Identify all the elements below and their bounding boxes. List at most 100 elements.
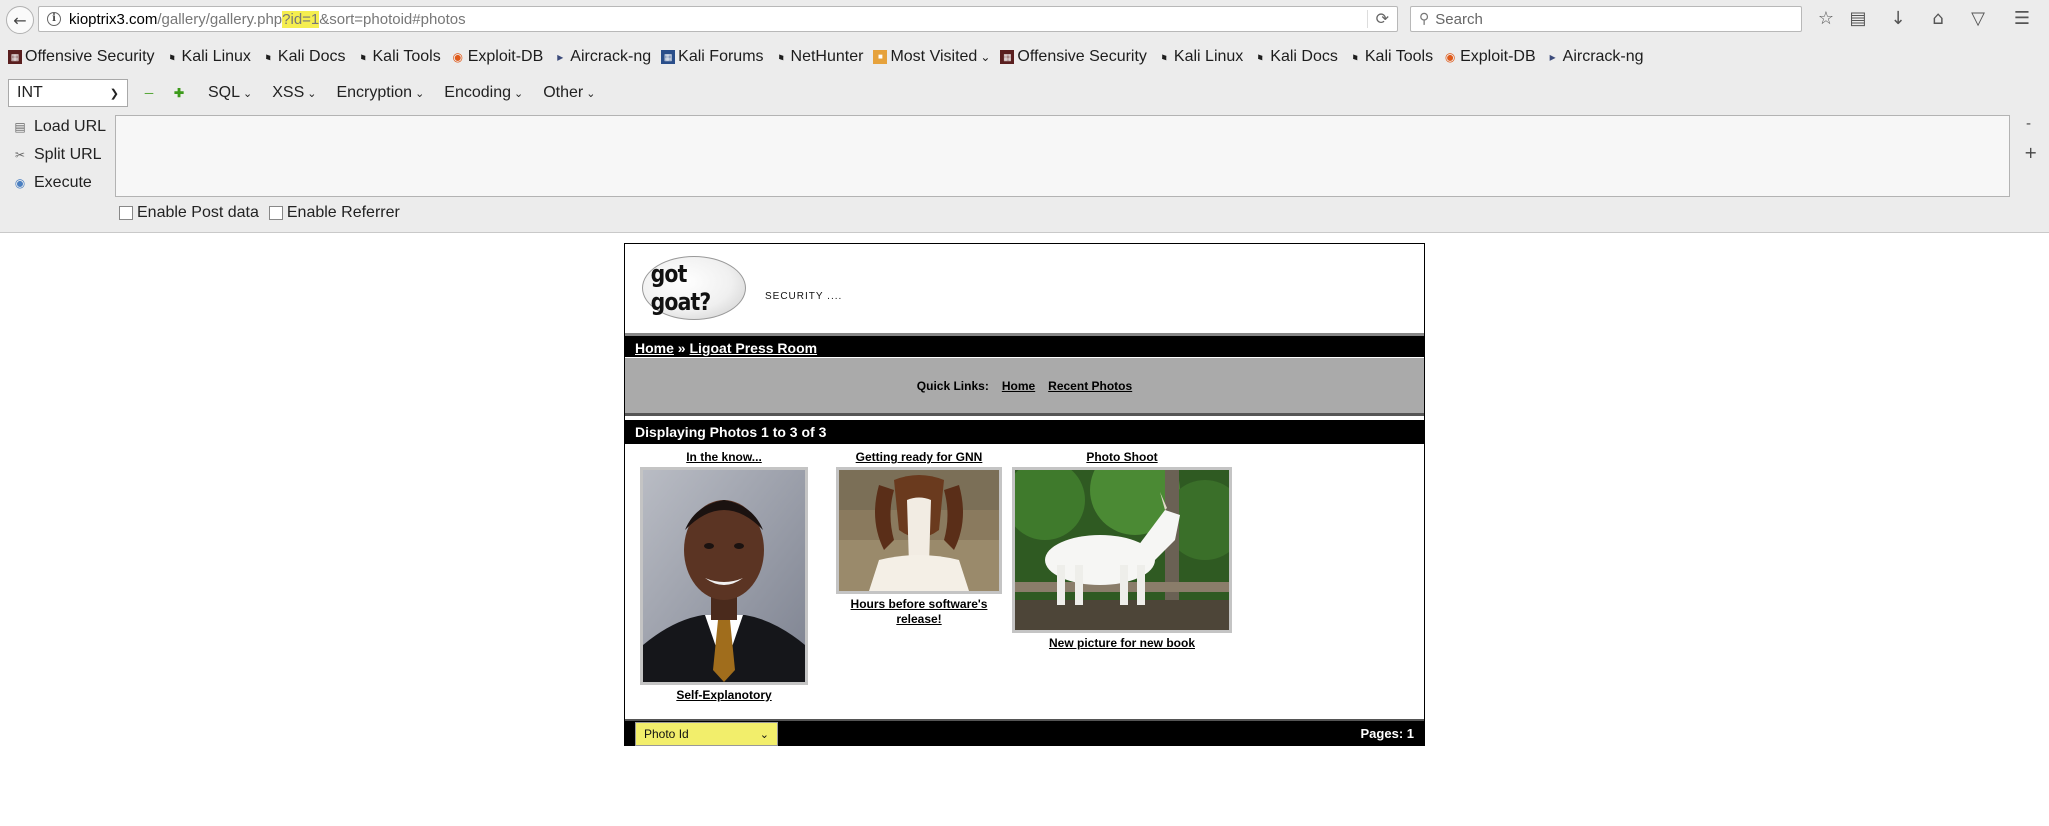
- kali-icon: ♦: [261, 49, 275, 65]
- url-bar[interactable]: i kioptrix3.com/gallery/gallery.php?id=1…: [38, 6, 1398, 32]
- bookmark-item[interactable]: ♦ Kali Tools: [1348, 48, 1433, 66]
- menu-xss[interactable]: XSS ⌄: [272, 84, 316, 102]
- execute-button[interactable]: ◉ Execute: [12, 169, 106, 197]
- enable-referrer-checkbox[interactable]: Enable Referrer: [268, 204, 400, 222]
- split-url-button[interactable]: ✂ Split URL: [12, 141, 106, 169]
- breadcrumb: Home » Ligoat Press Room: [625, 333, 1424, 357]
- photo-title-link[interactable]: Getting ready for GNN: [833, 450, 1005, 464]
- shrink-button[interactable]: -: [2026, 116, 2031, 132]
- gallery-footer: Photo Id ⌄ Pages: 1: [625, 719, 1424, 746]
- exploitdb-icon: ◉: [452, 50, 463, 64]
- breadcrumb-home-link[interactable]: Home: [635, 340, 674, 356]
- bookmark-item[interactable]: ■ Most Visited ⌄: [873, 48, 990, 66]
- load-url-button[interactable]: ▤ Load URL: [12, 113, 106, 141]
- bookmark-label: Offensive Security: [1017, 48, 1147, 65]
- type-select[interactable]: INT ❯: [8, 79, 128, 107]
- bookmark-item[interactable]: ♦ Kali Linux: [1157, 48, 1243, 66]
- photo-item: Photo Shoot New picture for new book: [1009, 450, 1235, 651]
- bookmark-label: Kali Docs: [277, 48, 346, 65]
- library-icon[interactable]: ▤: [1846, 8, 1870, 30]
- kali-icon: ♦: [1348, 49, 1362, 65]
- quick-link-home[interactable]: Home: [1002, 379, 1035, 393]
- bookmark-item[interactable]: ▸ Aircrack-ng: [553, 48, 651, 66]
- hackbar-url-textarea[interactable]: [115, 115, 2010, 197]
- back-button[interactable]: ←: [6, 6, 34, 34]
- quick-links-label: Quick Links:: [916, 378, 989, 393]
- bookmark-item[interactable]: ♦ Kali Docs: [1253, 48, 1338, 66]
- bookmark-item[interactable]: ▸ Aircrack-ng: [1546, 48, 1644, 66]
- photo-title-link[interactable]: Photo Shoot: [1009, 450, 1235, 464]
- chevron-down-icon: ⌄: [514, 87, 524, 100]
- bookmark-item[interactable]: ◉ Exploit-DB: [1443, 48, 1536, 66]
- execute-icon: ◉: [14, 176, 26, 190]
- menu-other[interactable]: Other ⌄: [543, 84, 595, 102]
- reload-icon[interactable]: ⟳: [1366, 10, 1389, 28]
- sort-select[interactable]: Photo Id ⌄: [635, 722, 778, 746]
- info-icon[interactable]: i: [47, 12, 61, 26]
- chevron-down-icon: ⌄: [307, 87, 317, 100]
- displaying-header: Displaying Photos 1 to 3 of 3: [625, 420, 1424, 444]
- expand-button[interactable]: +: [2024, 143, 2037, 162]
- man-portrait-image: [643, 470, 805, 682]
- search-bar[interactable]: ⚲: [1410, 6, 1802, 32]
- quick-link-recent-photos[interactable]: Recent Photos: [1048, 379, 1132, 393]
- bookmark-item[interactable]: ♦ Kali Docs: [261, 48, 346, 66]
- decrement-icon[interactable]: ─: [140, 86, 158, 100]
- checkbox[interactable]: [268, 206, 283, 220]
- photo-caption-link[interactable]: New picture for new book: [1009, 636, 1235, 651]
- gallery-container: got goat? SECURITY .... Home » Ligoat Pr…: [624, 243, 1425, 746]
- photo-caption-link[interactable]: Hours before software's release!: [833, 597, 1005, 627]
- bookmark-item[interactable]: ♦ NetHunter: [774, 48, 864, 66]
- bookmark-item[interactable]: ♦ Kali Tools: [356, 48, 441, 66]
- photo-thumbnail[interactable]: [640, 467, 808, 685]
- menu-icon[interactable]: ☰: [2010, 8, 2034, 30]
- bookmark-item[interactable]: ◉ Exploit-DB: [451, 48, 543, 66]
- site-logo[interactable]: got goat?: [642, 256, 746, 320]
- bookmark-item[interactable]: ▦ Kali Forums: [661, 48, 764, 66]
- menu-encoding[interactable]: Encoding ⌄: [444, 84, 523, 102]
- enable-post-checkbox[interactable]: Enable Post data: [119, 204, 259, 222]
- load-url-icon: ▤: [14, 120, 26, 134]
- hackbar-toolbar: INT ❯ ─ ✚ SQL ⌄ XSS ⌄ Encryption ⌄ Encoding ⌄…: [0, 76, 2049, 110]
- photo-caption-link[interactable]: Self-Explanotory: [639, 688, 809, 703]
- site-tagline: SECURITY ....: [765, 291, 843, 302]
- site-header: got goat? SECURITY ....: [625, 244, 1424, 332]
- photo-title-link[interactable]: In the know...: [639, 450, 809, 464]
- photo-thumbnail[interactable]: [1012, 467, 1232, 633]
- bookmark-label: Kali Linux: [1173, 48, 1244, 65]
- menu-sql[interactable]: SQL ⌄: [208, 84, 252, 102]
- bookmark-item[interactable]: ▦ Offensive Security: [8, 48, 155, 66]
- menu-encryption[interactable]: Encryption ⌄: [336, 84, 424, 102]
- bookmark-label: Aircrack-ng: [1562, 48, 1644, 65]
- increment-icon[interactable]: ✚: [170, 86, 188, 100]
- browser-chrome: ← i kioptrix3.com/gallery/gallery.php?id…: [0, 0, 2049, 233]
- download-icon[interactable]: ↓: [1886, 8, 1910, 30]
- search-input[interactable]: [1435, 10, 1776, 28]
- navigation-bar: ← i kioptrix3.com/gallery/gallery.php?id…: [0, 0, 2049, 38]
- pocket-icon[interactable]: ▽: [1966, 8, 1990, 30]
- bookmarks-toolbar: ▦ Offensive Security ♦ Kali Linux ♦ Kali Docs…: [0, 42, 1654, 72]
- bookmark-item[interactable]: ▦ Offensive Security: [1000, 48, 1147, 66]
- chevron-down-icon: ⌄: [980, 50, 991, 64]
- photo-item: In the know... Self-Explanotory: [639, 450, 809, 703]
- bookmark-label: Kali Tools: [372, 48, 441, 65]
- url-text[interactable]: kioptrix3.com/gallery/gallery.php?id=1&s…: [69, 10, 466, 28]
- bookmark-item[interactable]: ♦ Kali Linux: [165, 48, 251, 66]
- chevron-down-icon: ❯: [109, 87, 119, 100]
- bookmark-label: Kali Docs: [1270, 48, 1338, 65]
- bookmark-label: Kali Tools: [1364, 48, 1434, 65]
- breadcrumb-current-link[interactable]: Ligoat Press Room: [689, 340, 817, 356]
- aircrack-icon: ▸: [557, 50, 564, 64]
- offsec-icon: ▦: [1000, 50, 1015, 64]
- bookmark-label: NetHunter: [790, 48, 864, 65]
- photo-thumbnail[interactable]: [836, 467, 1002, 594]
- bookmark-star-icon[interactable]: ☆: [1814, 8, 1838, 30]
- home-icon[interactable]: ⌂: [1926, 8, 1950, 30]
- kali-icon: ♦: [1253, 49, 1267, 65]
- checkbox[interactable]: [119, 206, 133, 220]
- bookmark-label: Most Visited: [890, 48, 978, 65]
- quick-links-bar: Quick Links: Home Recent Photos: [625, 358, 1424, 416]
- search-icon: ⚲: [1419, 11, 1430, 27]
- forums-icon: ▦: [661, 50, 676, 64]
- bookmark-label: Kali Forums: [678, 48, 764, 65]
